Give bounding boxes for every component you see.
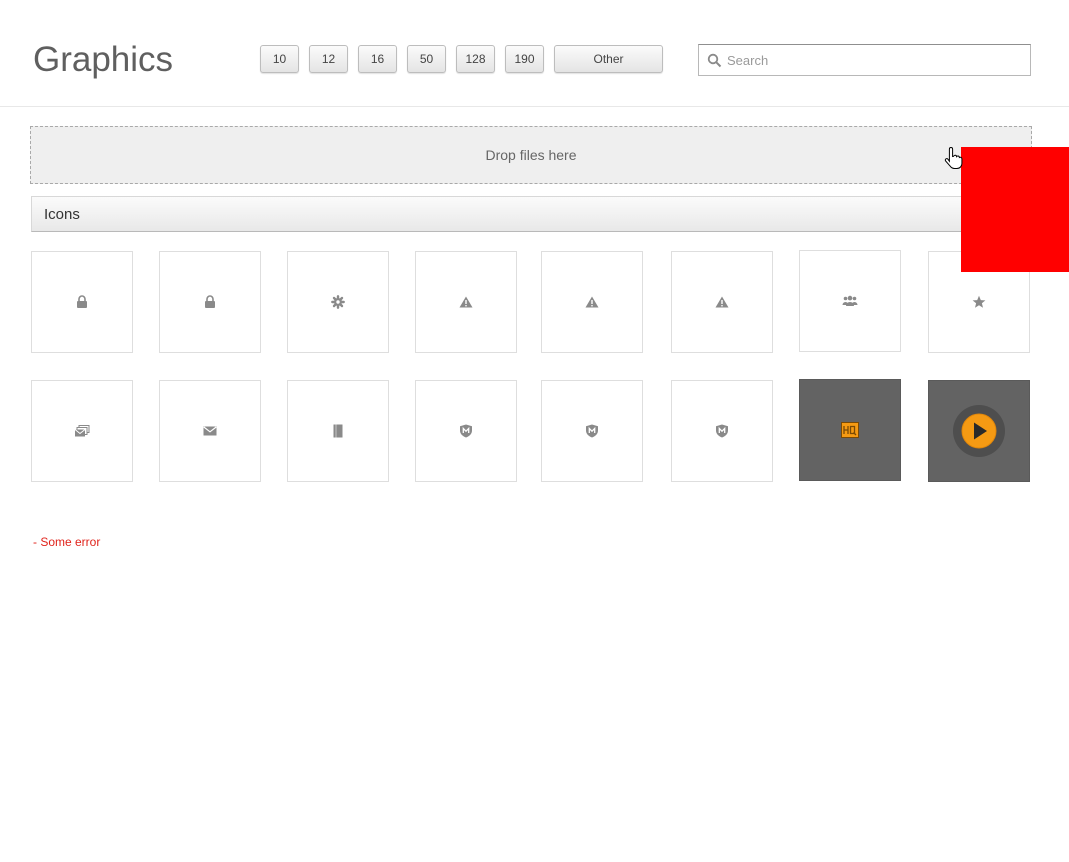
- size-button-12[interactable]: 12: [309, 45, 348, 73]
- hand-cursor-icon: [944, 146, 963, 169]
- hq-badge-icon: [841, 422, 859, 438]
- icon-tile[interactable]: [159, 251, 261, 353]
- icon-tile[interactable]: [31, 380, 133, 482]
- section-title: Icons: [44, 206, 80, 223]
- star-icon: [972, 295, 986, 308]
- icon-tile[interactable]: [415, 251, 517, 353]
- icon-tile[interactable]: [799, 379, 901, 481]
- shield-icon: [586, 424, 598, 438]
- size-button-16[interactable]: 16: [358, 45, 397, 73]
- search-box[interactable]: [698, 44, 1031, 76]
- icon-tile[interactable]: [799, 250, 901, 352]
- header: Graphics 10 12 16 50 128 190 Other: [0, 0, 1069, 107]
- icon-tile[interactable]: [287, 251, 389, 353]
- search-input[interactable]: [727, 50, 1017, 70]
- red-overlay-block: [961, 147, 1069, 272]
- size-button-50[interactable]: 50: [407, 45, 446, 73]
- page-title: Graphics: [33, 40, 174, 79]
- icon-tile[interactable]: [541, 380, 643, 482]
- lock-icon: [205, 295, 215, 308]
- icon-tile[interactable]: [671, 251, 773, 353]
- document-icon: [333, 424, 343, 438]
- size-button-10[interactable]: 10: [260, 45, 299, 73]
- icon-tile[interactable]: [159, 380, 261, 482]
- shield-icon: [716, 424, 728, 438]
- search-icon: [707, 53, 722, 68]
- warning-icon: [459, 296, 473, 308]
- drop-zone[interactable]: Drop files here: [30, 126, 1032, 184]
- error-message: - Some error: [33, 535, 101, 549]
- icon-tile[interactable]: [31, 251, 133, 353]
- icon-tile[interactable]: [541, 251, 643, 353]
- shield-icon: [460, 424, 472, 438]
- envelope-icon: [203, 426, 217, 436]
- size-button-190[interactable]: 190: [505, 45, 544, 73]
- size-button-128[interactable]: 128: [456, 45, 495, 73]
- icon-tile[interactable]: [287, 380, 389, 482]
- warning-icon: [585, 296, 599, 308]
- icon-tile[interactable]: [415, 380, 517, 482]
- icon-tile[interactable]: [671, 380, 773, 482]
- warning-icon: [715, 296, 729, 308]
- size-button-other[interactable]: Other: [554, 45, 663, 73]
- lock-icon: [77, 295, 87, 308]
- icon-tile[interactable]: [928, 380, 1030, 482]
- users-icon: [842, 295, 858, 306]
- gear-icon: [331, 295, 345, 309]
- icons-section-header[interactable]: Icons: [31, 196, 1031, 232]
- play-circle-icon: [953, 405, 1005, 457]
- windows-stack-icon: [74, 425, 90, 437]
